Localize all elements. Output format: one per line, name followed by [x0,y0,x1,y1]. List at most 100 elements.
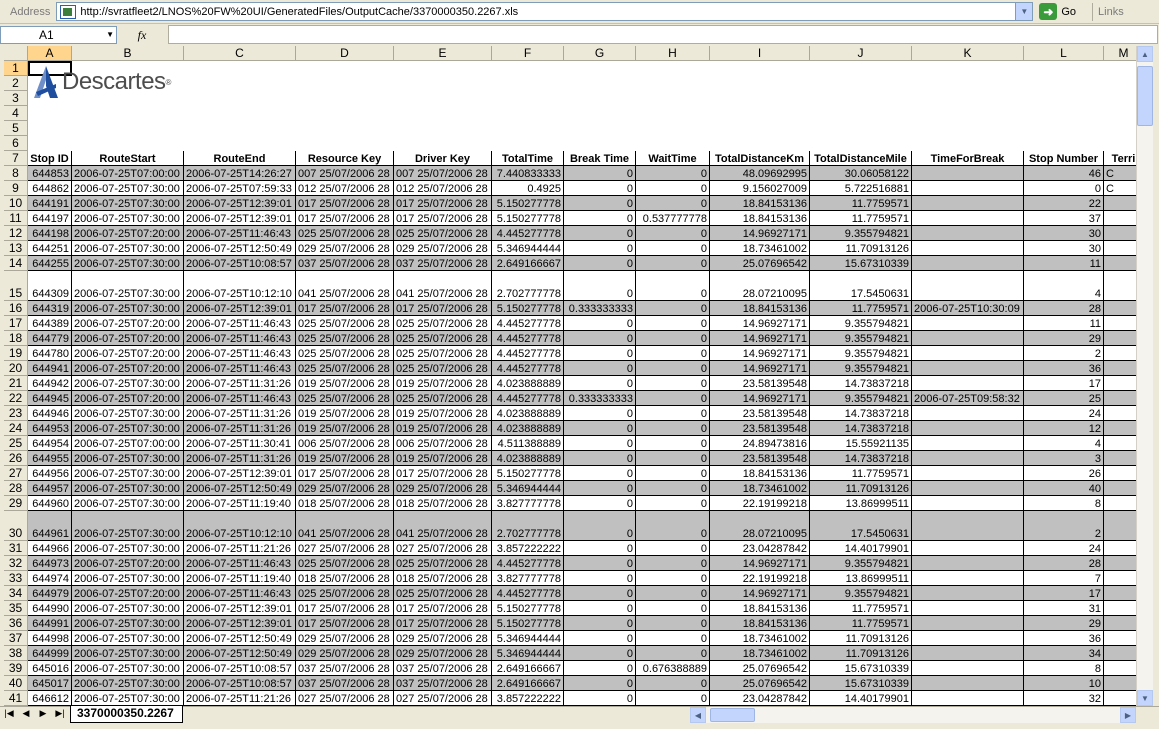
table-cell[interactable]: 2006-07-25T07:20:00 [72,556,184,571]
table-cell[interactable]: 14.96927171 [710,586,810,601]
table-cell[interactable]: 14.40179901 [810,691,912,706]
table-cell[interactable]: 5.346944444 [492,241,564,256]
table-cell[interactable] [28,106,72,121]
table-cell[interactable]: 025 25/07/2006 28 [394,391,492,406]
table-cell[interactable]: 14.73837218 [810,406,912,421]
column-title-cell[interactable]: TotalDistanceMile [810,151,912,166]
table-cell[interactable]: 2006-07-25T11:31:26 [184,451,296,466]
scroll-right-icon[interactable]: ▶ [1120,707,1136,723]
table-cell[interactable]: 2006-07-25T10:08:57 [184,661,296,676]
table-cell[interactable]: 25 [1024,391,1104,406]
table-cell[interactable]: 012 25/07/2006 28 [394,181,492,196]
table-cell[interactable]: 0 [564,211,636,226]
table-cell[interactable]: 644945 [28,391,72,406]
table-cell[interactable] [912,136,1024,151]
table-cell[interactable]: 0.676388889 [636,661,710,676]
table-cell[interactable]: 2006-07-25T12:50:49 [184,646,296,661]
table-cell[interactable]: 0 [636,196,710,211]
table-cell[interactable]: 644197 [28,211,72,226]
table-cell[interactable] [184,106,296,121]
table-cell[interactable]: 0 [636,391,710,406]
table-cell[interactable]: 5.150277778 [492,301,564,316]
table-cell[interactable]: 36 [1024,631,1104,646]
table-cell[interactable]: 025 25/07/2006 28 [296,361,394,376]
table-cell[interactable]: 644974 [28,571,72,586]
table-cell[interactable]: 0 [636,436,710,451]
row-header[interactable]: 27 [4,466,28,481]
table-cell[interactable]: 018 25/07/2006 28 [394,496,492,511]
column-title-cell[interactable]: Resource Key [296,151,394,166]
table-cell[interactable] [394,76,492,91]
table-cell[interactable]: 2006-07-25T07:30:00 [72,616,184,631]
table-cell[interactable]: 0 [564,436,636,451]
row-header[interactable]: 37 [4,631,28,646]
table-cell[interactable]: 5.150277778 [492,466,564,481]
table-cell[interactable] [28,121,72,136]
table-cell[interactable]: 23.58139548 [710,421,810,436]
table-cell[interactable]: 2006-07-25T12:39:01 [184,301,296,316]
table-cell[interactable]: 019 25/07/2006 28 [296,406,394,421]
table-cell[interactable]: 006 25/07/2006 28 [394,436,492,451]
table-cell[interactable]: 7 [1024,571,1104,586]
table-cell[interactable] [1104,466,1136,481]
table-cell[interactable] [184,121,296,136]
table-cell[interactable]: 2006-07-25T11:31:26 [184,406,296,421]
table-cell[interactable]: 644957 [28,481,72,496]
table-cell[interactable]: 2006-07-25T12:39:01 [184,196,296,211]
table-cell[interactable] [912,451,1024,466]
table-cell[interactable]: 0 [564,256,636,271]
row-header[interactable]: 28 [4,481,28,496]
row-header[interactable]: 16 [4,301,28,316]
prev-sheet-icon[interactable]: ◀ [19,708,33,719]
table-cell[interactable]: 012 25/07/2006 28 [296,181,394,196]
table-cell[interactable]: 2006-07-25T11:21:26 [184,691,296,706]
next-sheet-icon[interactable]: ▶ [36,708,50,719]
table-cell[interactable]: 0 [564,451,636,466]
table-cell[interactable] [912,436,1024,451]
row-header[interactable]: 17 [4,316,28,331]
table-cell[interactable]: 28.07210095 [710,271,810,301]
table-cell[interactable]: 2006-07-25T07:30:00 [72,196,184,211]
table-cell[interactable]: 017 25/07/2006 28 [296,211,394,226]
table-cell[interactable] [912,661,1024,676]
table-cell[interactable] [912,481,1024,496]
table-cell[interactable] [1104,241,1136,256]
row-header[interactable]: 23 [4,406,28,421]
table-cell[interactable]: 019 25/07/2006 28 [296,421,394,436]
table-cell[interactable]: 0 [636,346,710,361]
table-cell[interactable]: 17.5450631 [810,271,912,301]
table-cell[interactable]: 2006-07-25T11:46:43 [184,586,296,601]
table-cell[interactable]: 029 25/07/2006 28 [394,481,492,496]
table-cell[interactable]: 029 25/07/2006 28 [296,631,394,646]
table-cell[interactable]: 4.445277778 [492,331,564,346]
row-header[interactable]: 39 [4,661,28,676]
table-cell[interactable]: 025 25/07/2006 28 [394,556,492,571]
table-cell[interactable]: 2006-07-25T11:46:43 [184,226,296,241]
table-cell[interactable]: 4.445277778 [492,391,564,406]
table-cell[interactable]: 14.73837218 [810,376,912,391]
table-cell[interactable]: 0 [564,361,636,376]
table-cell[interactable] [710,61,810,76]
table-cell[interactable]: 28 [1024,301,1104,316]
table-cell[interactable] [636,91,710,106]
table-cell[interactable]: 017 25/07/2006 28 [394,211,492,226]
table-cell[interactable]: 13.86999511 [810,496,912,511]
table-cell[interactable]: 2006-07-25T07:30:00 [72,646,184,661]
row-header[interactable]: 31 [4,541,28,556]
table-cell[interactable]: 019 25/07/2006 28 [296,451,394,466]
table-cell[interactable] [28,136,72,151]
table-cell[interactable] [710,106,810,121]
table-cell[interactable]: 2006-07-25T07:20:00 [72,586,184,601]
table-cell[interactable]: 644953 [28,421,72,436]
table-cell[interactable]: 4 [1024,436,1104,451]
table-cell[interactable]: 36 [1024,361,1104,376]
table-cell[interactable]: 0 [564,631,636,646]
table-cell[interactable]: 4.023888889 [492,421,564,436]
table-cell[interactable] [636,76,710,91]
table-cell[interactable]: 11 [1024,316,1104,331]
row-header[interactable]: 38 [4,646,28,661]
table-cell[interactable] [810,61,912,76]
table-cell[interactable]: 7.440833333 [492,166,564,181]
table-cell[interactable]: 18.84153136 [710,211,810,226]
table-cell[interactable]: 11.70913126 [810,241,912,256]
